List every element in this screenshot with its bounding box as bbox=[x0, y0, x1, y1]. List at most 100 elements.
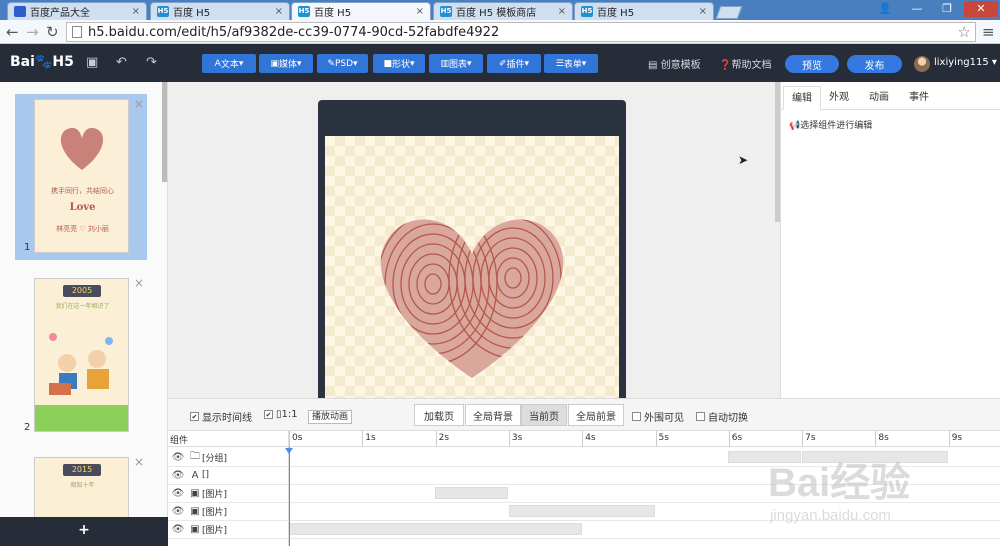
caret-down-icon: ▾ bbox=[467, 58, 472, 69]
layer-row[interactable]: 👁 ▣ [图片] bbox=[168, 520, 288, 538]
current-page-button[interactable]: 当前页 bbox=[521, 404, 567, 426]
ruler-tick-label: 0s bbox=[292, 433, 303, 443]
bookmark-star-icon[interactable]: ☆ bbox=[958, 23, 971, 41]
tab-1[interactable]: 百度产品大全 × bbox=[7, 2, 147, 20]
watermark-text: Bai经验 bbox=[768, 461, 910, 505]
creative-template-label: 创意模板 bbox=[660, 60, 701, 71]
visibility-eye-icon[interactable]: 👁 bbox=[168, 452, 188, 463]
watermark-sub: jingyan.baidu.com bbox=[769, 507, 891, 524]
layer-name: [图片] bbox=[202, 507, 228, 518]
toolbar-shape-button[interactable]: ■ 形状 ▾ bbox=[373, 54, 425, 73]
toolbar-text-button[interactable]: A 文本 ▾ bbox=[202, 54, 256, 73]
text-icon: A bbox=[191, 469, 199, 481]
outer-visible-label: 外围可见 bbox=[644, 413, 684, 424]
save-icon[interactable]: ▣ bbox=[86, 55, 98, 70]
username[interactable]: lixiying115 ▾ bbox=[934, 57, 997, 68]
redo-icon[interactable]: ↷ bbox=[146, 55, 157, 70]
visibility-eye-icon[interactable]: 👁 bbox=[168, 488, 188, 499]
close-page-1-icon[interactable]: × bbox=[134, 97, 144, 111]
tab-title: 百度 H5 bbox=[597, 8, 635, 19]
maximize-button[interactable]: ❐ bbox=[934, 1, 960, 17]
editor-canvas[interactable] bbox=[168, 82, 780, 398]
toolbar-plugin-button[interactable]: ✐ 插件 ▾ bbox=[487, 54, 541, 73]
psd-icon: ✎ bbox=[327, 58, 335, 69]
layer-row[interactable]: 👁 A[] bbox=[168, 466, 288, 484]
tab-close-icon[interactable]: × bbox=[132, 6, 140, 17]
back-icon[interactable]: ← bbox=[6, 22, 19, 42]
visibility-eye-icon[interactable]: 👁 bbox=[168, 506, 188, 517]
tab-close-icon[interactable]: × bbox=[699, 6, 707, 17]
tab-2[interactable]: H5 百度 H5 × bbox=[150, 2, 290, 20]
ruler-tick bbox=[582, 431, 584, 447]
visibility-eye-icon[interactable]: 👁 bbox=[168, 524, 188, 535]
auto-switch-checkbox[interactable]: 自动切换 bbox=[696, 409, 748, 424]
toolbar-form-button[interactable]: ☰ 表单 ▾ bbox=[544, 54, 598, 73]
close-page-3-icon[interactable]: × bbox=[134, 455, 144, 469]
page-thumbnail-1[interactable]: 携手同行，共结同心 Love 林亮亮 ♡ 刘小丽 bbox=[34, 99, 129, 253]
tab-close-icon[interactable]: × bbox=[558, 6, 566, 17]
visibility-eye-icon[interactable]: 👁 bbox=[168, 470, 188, 481]
tab-appearance[interactable]: 外观 bbox=[821, 86, 857, 110]
tab-events[interactable]: 事件 bbox=[901, 86, 937, 110]
mouse-cursor-icon: ➤ bbox=[738, 153, 749, 167]
preview-button[interactable]: 预览 bbox=[785, 55, 839, 73]
play-animation-button[interactable]: 播放动画 bbox=[308, 410, 353, 424]
help-doc-link[interactable]: ❓帮助文档 bbox=[719, 56, 771, 71]
global-background-button[interactable]: 全局背景 bbox=[465, 404, 521, 426]
select-component-hint: 📢选择组件进行编辑 bbox=[789, 121, 873, 131]
global-foreground-button[interactable]: 全局前景 bbox=[568, 404, 624, 426]
user-icon[interactable]: 👤 bbox=[872, 1, 898, 17]
toolbar-chart-button[interactable]: ▥ 图表 ▾ bbox=[429, 54, 483, 73]
ruler-tick-label: 6s bbox=[731, 433, 743, 443]
animation-duration-bar[interactable] bbox=[435, 487, 508, 499]
tab-animation[interactable]: 动画 bbox=[861, 86, 897, 110]
forward-icon[interactable]: → bbox=[26, 22, 39, 42]
new-tab-button[interactable] bbox=[715, 6, 743, 19]
tab-4[interactable]: H5 百度 H5 模板商店 × bbox=[433, 2, 573, 20]
fingerprint-heart-image[interactable] bbox=[325, 136, 619, 398]
tab-close-icon[interactable]: × bbox=[275, 6, 283, 17]
playhead-handle[interactable] bbox=[285, 448, 293, 454]
add-page-button[interactable]: + bbox=[0, 517, 168, 546]
animation-duration-bar[interactable] bbox=[289, 523, 582, 535]
publish-button[interactable]: 发布 bbox=[847, 55, 902, 73]
undo-icon[interactable]: ↶ bbox=[116, 55, 127, 70]
close-window-button[interactable]: ✕ bbox=[964, 1, 998, 17]
phone-screen[interactable] bbox=[325, 136, 619, 398]
ruler-tick bbox=[508, 431, 510, 447]
toolbar-psd-button[interactable]: ✎ PSD ▾ bbox=[317, 54, 368, 73]
page-thumbnail-2[interactable]: 2005 我们在这一年相识了 bbox=[34, 278, 129, 432]
layer-row[interactable]: 👁 🗀 [分组] bbox=[168, 448, 288, 466]
ruler-tick-label: 5s bbox=[658, 433, 669, 443]
url-text[interactable]: h5.baidu.com/edit/h5/af9382de-cc39-0774-… bbox=[88, 25, 958, 40]
layer-row[interactable]: 👁 ▣ [图片] bbox=[168, 484, 288, 502]
tab-edit[interactable]: 编辑 bbox=[783, 86, 821, 110]
outer-visible-checkbox[interactable]: 外围可见 bbox=[632, 409, 684, 424]
reload-icon[interactable]: ↻ bbox=[46, 22, 59, 42]
url-input[interactable]: h5.baidu.com/edit/h5/af9382de-cc39-0774-… bbox=[66, 22, 976, 42]
page-list-sidebar: 携手同行，共结同心 Love 林亮亮 ♡ 刘小丽 1 × 2005 我们在这一年… bbox=[0, 82, 168, 546]
playhead[interactable] bbox=[289, 447, 290, 546]
tab-close-icon[interactable]: × bbox=[416, 6, 424, 17]
tab-3[interactable]: H5 百度 H5 × bbox=[291, 2, 431, 20]
layer-name: [分组] bbox=[202, 453, 228, 464]
minimize-button[interactable]: — bbox=[904, 1, 930, 17]
timeline-header: ✔ 显示时间线 ✔ ▯ 1:1 播放动画 加载页 全局背景 当前页 全局前景 外围可见… bbox=[168, 399, 1000, 431]
avatar[interactable] bbox=[914, 56, 930, 72]
animation-duration-bar[interactable] bbox=[509, 505, 655, 517]
menu-icon[interactable]: ≡ bbox=[982, 22, 995, 42]
baidu-h5-logo: Bai🐾H5 bbox=[10, 54, 74, 70]
close-page-2-icon[interactable]: × bbox=[134, 276, 144, 290]
ratio-checkbox[interactable]: ✔ ▯ 1:1 bbox=[264, 409, 298, 420]
image-icon: ▣ bbox=[190, 523, 200, 535]
toolbar-media-button[interactable]: ▣ 媒体 ▾ bbox=[259, 54, 313, 73]
creative-template-link[interactable]: ▤ 创意模板 bbox=[648, 56, 701, 71]
layer-row[interactable]: 👁 ▣ [图片] bbox=[168, 502, 288, 520]
sidebar-scrollbar[interactable] bbox=[162, 82, 167, 182]
load-page-button[interactable]: 加载页 bbox=[414, 404, 464, 426]
heart-thumb-shape bbox=[60, 127, 104, 170]
caret-down-icon: ▾ bbox=[410, 58, 415, 69]
caret-down-icon: ▾ bbox=[353, 58, 358, 69]
tab-5[interactable]: H5 百度 H5 × bbox=[574, 2, 714, 20]
show-timeline-checkbox[interactable]: ✔ 显示时间线 bbox=[190, 409, 252, 424]
